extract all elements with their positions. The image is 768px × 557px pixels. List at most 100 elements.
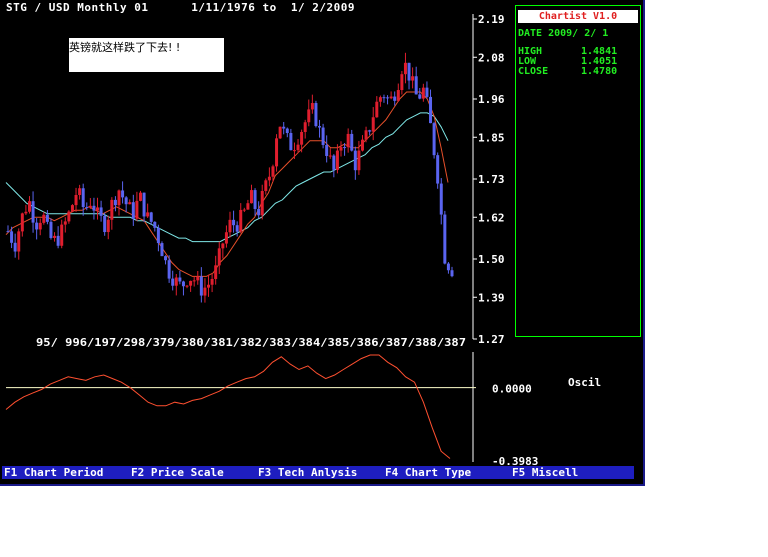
f5-miscell[interactable]: F5 Miscell [512,466,578,479]
candles [6,52,454,303]
candle-body [20,213,24,232]
f1-chart-period[interactable]: F1 Chart Period [4,466,103,479]
candle-body [110,199,114,220]
price-tick-label: 2.08 [478,51,505,64]
candle-body [70,205,74,212]
osc-tick-label: 0.0000 [492,383,532,396]
candle-body [228,219,232,233]
candle-body [128,202,132,205]
candle-body [138,192,142,201]
candle-body [386,97,390,99]
candle-body [13,242,17,252]
candle-body [267,176,271,181]
candle-body [353,150,357,171]
app-name: Chartist V1.0 [518,10,638,23]
candle-body [96,207,100,211]
ma-short-line [5,91,449,277]
candle-body [49,221,53,238]
candle-body [321,127,325,145]
candle-body [289,132,293,151]
candle-body [300,131,304,145]
candle-body [210,278,214,285]
annotation-note: 英镑就这样跌了下去! ! [69,38,224,72]
price-tick-label: 1.96 [478,93,505,106]
price-tick-label: 1.73 [478,173,505,186]
candle-body [432,123,436,156]
ma-short-series [5,91,449,277]
price-tick-label: 1.50 [478,253,505,266]
candle-body [35,222,39,230]
candle-body [246,203,250,210]
close-value: 1.4780 [581,66,618,77]
candle-body [185,285,189,287]
candle-body [260,190,264,216]
candle-body [167,260,171,279]
candle-body [156,227,160,244]
candle-body [357,150,361,171]
candle-body [189,280,193,286]
candle-body [346,133,350,148]
candle-body [371,117,375,132]
candle-body [27,201,31,212]
candle-body [400,74,404,91]
candle-body [74,194,78,206]
ma-long-series [5,112,449,243]
f4-chart-type[interactable]: F4 Chart Type [385,466,471,479]
candle-body [439,183,443,215]
candle-body [328,155,332,157]
candle-body [421,87,425,99]
x-tick-labels: 95/ 996/197/298/379/380/381/382/383/384/… [36,336,466,349]
candle-body [425,87,429,97]
candle-body [113,199,117,206]
osc-title: Oscil [568,376,601,389]
candle-body [207,284,211,288]
candle-body [56,235,60,246]
price-tick-label: 1.39 [478,291,505,304]
candle-body [396,90,400,101]
candle-body [343,147,347,149]
candle-body [199,276,203,296]
candle-body [275,138,279,167]
candle-body [135,200,139,219]
candle-body [160,243,164,257]
price-tick-label: 2.19 [478,13,505,26]
candle-body [60,224,64,246]
candle-body [6,231,10,233]
candle-body [99,207,103,216]
candle-body [375,101,379,118]
candle-body [339,147,343,151]
candle-body [239,209,243,232]
candle-body [282,126,286,129]
candle-body [436,155,440,184]
candle-body [24,211,28,214]
candle-body [153,221,157,228]
candle-body [146,212,150,217]
candle-body [92,205,96,211]
oscillator-chart: 0.0000-0.3983Oscil [5,352,601,468]
f3-tech-analysis[interactable]: F3 Tech Anlysis [258,466,357,479]
candle-body [31,201,35,223]
candle-body [221,243,225,249]
annotation-text: 英镑就这样跌了下去! ! [69,41,181,54]
candle-body [192,280,196,282]
candle-body [429,96,433,124]
candle-body [149,212,153,222]
candle-body [178,277,182,282]
candle-body [253,190,257,209]
candle-body [350,133,354,151]
function-key-bar: F1 Chart Period F2 Price Scale F3 Tech A… [2,466,634,479]
candle-body [171,278,175,286]
candle-body [78,188,82,195]
f2-price-scale[interactable]: F2 Price Scale [131,466,224,479]
candle-body [378,97,382,102]
candle-body [142,192,146,217]
candle-body [418,94,422,99]
panel-date: DATE 2009/ 2/ 1 [518,28,609,39]
candle-body [81,188,85,208]
candle-body [389,96,393,99]
candle-body [450,270,454,277]
candle-body [332,155,336,170]
candle-body [217,248,221,266]
osc-series [5,354,451,459]
candle-body [196,276,200,281]
